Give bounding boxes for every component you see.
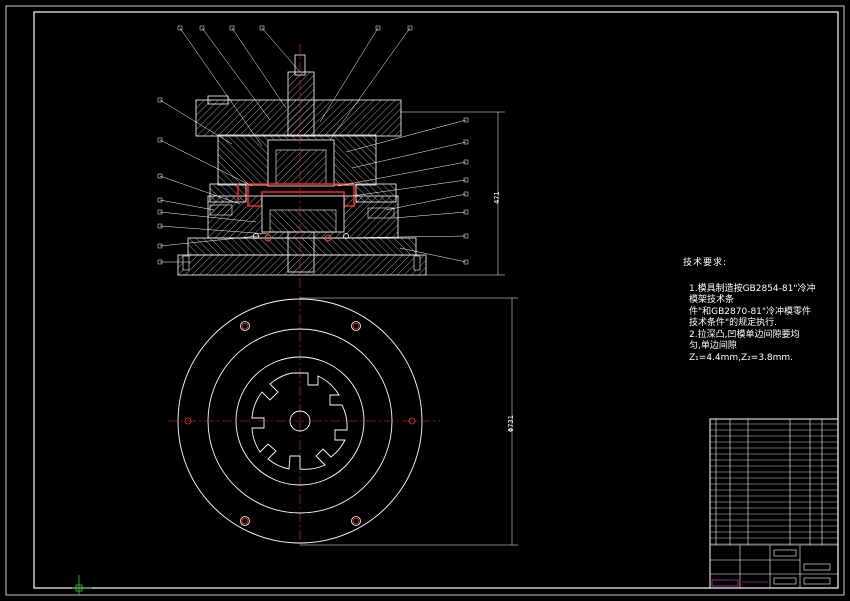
plan-view xyxy=(168,297,518,546)
tech-req-line-7: Z₁=4.4mm,Z₂=3.8mm. xyxy=(689,352,794,363)
tech-req-line-4: 技术条件"的规定执行. xyxy=(689,318,778,328)
tech-req-line-6: 匀,单边间隙 xyxy=(689,341,737,351)
ucs-icon xyxy=(72,575,92,595)
tech-req-line-1: 1.模具制造按GB2854-81"冷冲 xyxy=(689,283,816,294)
section-view xyxy=(177,44,427,545)
tech-req-line-2: 模架技术条 xyxy=(689,295,735,305)
tech-req-line-3: 件"和GB2870-81"冷冲模零件 xyxy=(689,306,812,317)
height-dimension-label: 471 xyxy=(493,191,501,204)
tech-req-line-5: 2.拉深凸,凹模单边间隙要均 xyxy=(689,329,800,340)
title-block xyxy=(709,418,839,589)
technical-requirements: 技术要求: 1.模具制造按GB2854-81"冷冲 模架技术条 件"和GB287… xyxy=(683,258,833,364)
diameter-dimension-label: Φ731 xyxy=(507,415,515,432)
tech-requirements-title: 技术要求: xyxy=(683,258,728,268)
